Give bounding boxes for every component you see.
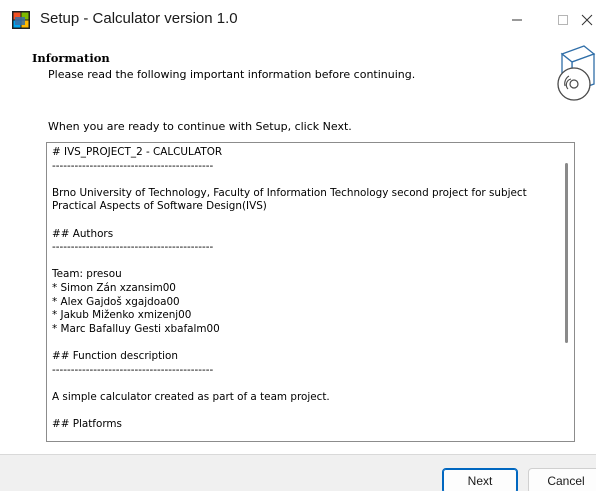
- memo-line: Team: presou: [52, 268, 122, 281]
- scrollbar-thumb[interactable]: [565, 163, 568, 343]
- memo-line: ## Authors: [52, 227, 114, 240]
- memo-line: # IVS_PROJECT_2 - CALCULATOR: [52, 146, 223, 158]
- memo-line: [52, 336, 558, 350]
- memo-line: * Alex Gajdoš xgajdoa00: [52, 295, 180, 308]
- memo-line: * Jakub Miženko xmizenj00: [52, 309, 192, 322]
- setup-app-icon: [12, 11, 30, 29]
- readme-text: # IVS_PROJECT_2 - CALCULATOR -----------…: [52, 146, 558, 431]
- memo-line: [52, 404, 558, 418]
- title-bar[interactable]: Setup - Calculator version 1.0: [0, 0, 596, 40]
- memo-line: ## Platforms: [52, 417, 122, 430]
- memo-line: Brno University of Technology, Faculty o…: [52, 186, 527, 213]
- memo-line: ----------------------------------------…: [52, 363, 214, 376]
- cancel-button[interactable]: Cancel: [528, 468, 596, 491]
- ready-instruction: When you are ready to continue with Setu…: [48, 120, 352, 133]
- memo-line: ----------------------------------------…: [52, 159, 214, 172]
- close-button[interactable]: [572, 0, 596, 40]
- memo-line: [52, 255, 558, 269]
- vertical-scrollbar[interactable]: [560, 143, 574, 441]
- memo-line: ----------------------------------------…: [52, 241, 214, 254]
- page-title: Information: [32, 51, 110, 65]
- memo-line: ## Function description: [52, 349, 178, 362]
- memo-line: [52, 377, 558, 391]
- minimize-button[interactable]: [494, 0, 540, 40]
- memo-line: [52, 173, 558, 187]
- setup-disc-box-icon: [557, 45, 596, 101]
- minimize-icon: [512, 19, 522, 21]
- window-title: Setup - Calculator version 1.0: [40, 10, 238, 27]
- next-button[interactable]: Next: [442, 468, 518, 491]
- memo-line: * Simon Zán xzansim00: [52, 281, 176, 294]
- memo-line: * Marc Bafalluy Gesti xbafalm00: [52, 322, 220, 335]
- readme-memo[interactable]: # IVS_PROJECT_2 - CALCULATOR -----------…: [46, 142, 575, 442]
- memo-line: [52, 214, 558, 228]
- memo-line: A simple calculator created as part of a…: [52, 390, 330, 403]
- maximize-icon: [558, 15, 568, 25]
- close-icon: [581, 14, 593, 26]
- wizard-header: Information Please read the following im…: [0, 40, 596, 102]
- page-subtitle: Please read the following important info…: [48, 68, 416, 81]
